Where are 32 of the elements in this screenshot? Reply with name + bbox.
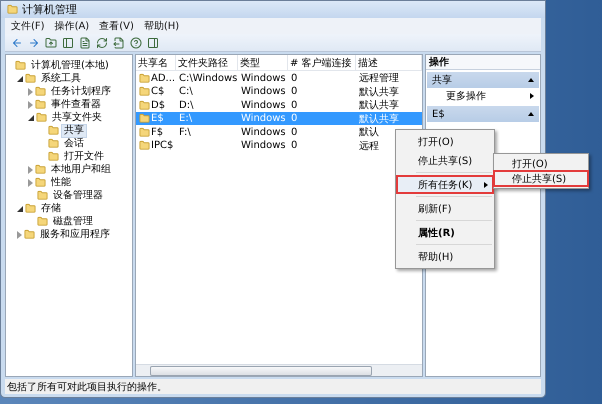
table-cell-text: 默认共享 [359,86,399,98]
table-cell: D$ [151,100,166,110]
table-cell: F$ [151,126,164,138]
table-cell: Windows [241,72,286,84]
table-cell: 0 [291,100,298,110]
table-cell: 0 [291,86,298,97]
table-cell: E$ [151,113,164,124]
table-cell-text: 默认共享 [359,98,399,112]
table-cell: F:\ [179,126,191,138]
table-cell: C:\ [179,86,193,97]
window-title: 计算机管理 [22,2,77,17]
table-cell: E:\ [179,113,192,124]
table-cell-text: 远程 [359,140,379,152]
table-cell: 0 [291,72,298,84]
table-cell: AD... [151,72,176,84]
table-cell: 0 [291,140,298,151]
table-cell: Windows [241,100,286,110]
table-cell: D:\ [179,100,194,110]
table-cell: Windows [241,113,286,124]
status-text: 包括了所有可对此项目执行的操作。 [7,380,167,394]
table-cell: Windows [241,86,286,97]
table-cell: C:\Windows [179,72,238,84]
table-cell-text: 默认 [359,126,379,139]
table-cell: 0 [291,126,298,138]
table-cell-text: 默认共享 [359,112,399,126]
table-cell: IPC$ [151,140,174,151]
table-cell-text: 远程管理 [359,72,399,85]
table-cell: Windows [241,140,286,151]
table-cell: C$ [151,86,164,97]
actions-title: 操作 [426,55,540,70]
table-cell: 0 [291,113,298,124]
table-cell: Windows [241,126,286,138]
